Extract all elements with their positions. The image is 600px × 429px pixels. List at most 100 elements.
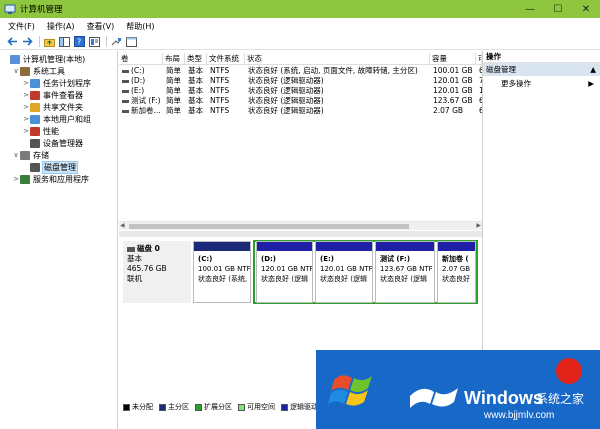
menu-view[interactable]: 查看(V) [87, 21, 115, 32]
partition-name: 新加卷 ( [442, 255, 469, 263]
tree-node-label: 系统工具 [33, 66, 65, 76]
collapsed-chevron-icon[interactable]: > [12, 175, 20, 183]
partition-legend: 未分配 主分区 扩展分区 可用空间 逻辑驱动器 [123, 401, 331, 413]
disk-0-label[interactable]: 磁盘 0 基本 465.76 GB 联机 [123, 241, 191, 303]
volume-icon [122, 79, 129, 83]
legend-label: 扩展分区 [204, 403, 232, 411]
partition-f[interactable]: 测试 (F:) 123.67 GB NTF 状态良好 (逻辑 [375, 241, 435, 303]
table-cell: 简单 [166, 66, 181, 75]
volume-icon [122, 109, 129, 113]
menu-help[interactable]: 帮助(H) [126, 21, 154, 32]
maximize-button[interactable]: ☐ [544, 0, 572, 18]
services-icon [20, 174, 30, 184]
table-cell: NTFS [210, 66, 230, 75]
tree-node[interactable]: > 共享文件夹 [0, 101, 117, 113]
volume-name: (E:) [131, 86, 145, 95]
tree-node[interactable]: > 本地用户和组 [0, 113, 117, 125]
up-folder-icon[interactable] [43, 36, 55, 48]
table-row[interactable]: (D:) 简单 基本 NTFS 状态良好 (逻辑驱动器) 120.01 GB 7 [119, 76, 482, 86]
tree-node[interactable]: > 任务计划程序 [0, 77, 117, 89]
expanded-chevron-icon[interactable]: ∨ [12, 151, 20, 159]
horizontal-scrollbar[interactable]: ◀ ▶ [119, 221, 482, 230]
table-cell: 状态良好 (逻辑驱动器) [248, 76, 324, 85]
table-cell: 基本 [188, 86, 203, 95]
menu-bar: 文件(F) 操作(A) 查看(V) 帮助(H) [0, 18, 600, 34]
collapsed-chevron-icon[interactable]: > [22, 127, 30, 135]
partition-new-volume[interactable]: 新加卷 ( 2.07 GB 状态良好 [437, 241, 476, 303]
red-badge-icon [556, 358, 582, 384]
volume-list-header: 卷布局类型文件系统状态容量可 [119, 53, 482, 65]
table-cell: 2.07 GB [433, 106, 464, 115]
table-cell: 状态良好 (逻辑驱动器) [248, 96, 324, 105]
partition-name: (C:) [198, 255, 213, 263]
partition-name: (D:) [261, 255, 277, 263]
computer-management-app-icon [4, 4, 16, 14]
partition-name: 测试 (F:) [380, 255, 411, 263]
partition-bar [194, 242, 250, 251]
column-header[interactable]: 状态 [245, 53, 430, 65]
legend-item: 扩展分区 [195, 402, 232, 412]
disk-size: 465.76 GB [127, 264, 167, 273]
legend-swatch [159, 403, 166, 411]
back-arrow-icon[interactable] [6, 36, 18, 48]
table-row[interactable]: 新加卷... 简单 基本 NTFS 状态良好 (逻辑驱动器) 2.07 GB 6 [119, 106, 482, 116]
partition-name: (E:) [320, 255, 334, 263]
actions-section-label: 磁盘管理 [486, 65, 516, 74]
show-hide-tree-icon[interactable] [58, 36, 70, 48]
close-button[interactable]: ✕ [572, 0, 600, 18]
column-header[interactable]: 文件系统 [207, 53, 245, 65]
column-header[interactable]: 类型 [185, 53, 207, 65]
performance-icon [30, 126, 40, 136]
table-cell: (D:) [119, 76, 163, 86]
table-cell: 状态良好 (逻辑驱动器) [248, 86, 324, 95]
watermark-url: www.bjjmlv.com [484, 410, 555, 421]
actions-section-disk-management[interactable]: 磁盘管理 ▲ [483, 63, 600, 76]
table-cell: 100.01 GB [433, 66, 473, 75]
tree-node[interactable]: 磁盘管理 [0, 160, 117, 174]
column-header[interactable]: 容量 [430, 53, 476, 65]
minimize-button[interactable]: — [516, 0, 544, 18]
tree-node[interactable]: 设备管理器 [0, 137, 117, 149]
volume-name: 测试 (F:) [131, 96, 161, 105]
scroll-right-icon[interactable]: ▶ [476, 222, 481, 229]
tree-node[interactable]: ∨ 存储 [0, 149, 117, 161]
tree-node[interactable]: > 性能 [0, 125, 117, 137]
table-row[interactable]: 测试 (F:) 简单 基本 NTFS 状态良好 (逻辑驱动器) 123.67 GB 6 [119, 96, 482, 106]
collapsed-chevron-icon[interactable]: > [22, 79, 30, 87]
scroll-left-icon[interactable]: ◀ [120, 222, 125, 229]
forward-arrow-icon[interactable] [21, 36, 33, 48]
table-row[interactable]: (C:) 简单 基本 NTFS 状态良好 (系统, 启动, 页面文件, 故障转储, 主分… [119, 66, 482, 76]
table-row[interactable]: (E:) 简单 基本 NTFS 状态良好 (逻辑驱动器) 120.01 GB 1 [119, 86, 482, 96]
console-window-icon[interactable] [125, 36, 137, 48]
collapsed-chevron-icon[interactable]: > [22, 115, 30, 123]
partition-status: 状态良好 (逻辑 [380, 275, 427, 283]
menu-action[interactable]: 操作(A) [47, 21, 75, 32]
legend-item: 未分配 [123, 402, 153, 412]
table-cell: 简单 [166, 106, 181, 115]
partition-e[interactable]: (E:) 120.01 GB NTF 状态良好 (逻辑 [315, 241, 373, 303]
table-cell: 基本 [188, 66, 203, 75]
scrollbar-thumb[interactable] [129, 224, 409, 229]
legend-swatch [195, 403, 202, 411]
collapsed-chevron-icon[interactable]: > [22, 103, 30, 111]
collapse-up-icon[interactable]: ▲ [590, 63, 596, 76]
collapsed-chevron-icon[interactable]: > [22, 91, 30, 99]
connect-icon[interactable] [110, 36, 122, 48]
column-header[interactable]: 卷 [119, 53, 163, 65]
partition-c[interactable]: (C:) 100.01 GB NTF 状态良好 (系统, [193, 241, 251, 303]
tree-node-label: 服务和应用程序 [33, 174, 89, 184]
tree-node[interactable]: > 服务和应用程序 [0, 173, 117, 185]
column-header[interactable]: 布局 [163, 53, 185, 65]
properties-icon[interactable] [88, 36, 100, 48]
legend-label: 可用空间 [247, 403, 275, 411]
watermark-banner: Windows 系统之家 www.bjjmlv.com [316, 350, 600, 429]
tree-node[interactable]: ∨ 系统工具 [0, 65, 117, 77]
expanded-chevron-icon[interactable]: ∨ [12, 67, 20, 75]
tree-node[interactable]: 计算机管理(本地) [0, 53, 117, 65]
table-cell: 123.67 GB [433, 96, 473, 105]
tree-node[interactable]: > 事件查看器 [0, 89, 117, 101]
more-actions-item[interactable]: 更多操作 ▶ [483, 78, 600, 90]
menu-file[interactable]: 文件(F) [8, 21, 35, 32]
partition-d[interactable]: (D:) 120.01 GB NTF 状态良好 (逻辑 [256, 241, 313, 303]
help-icon[interactable]: ? [73, 36, 85, 48]
